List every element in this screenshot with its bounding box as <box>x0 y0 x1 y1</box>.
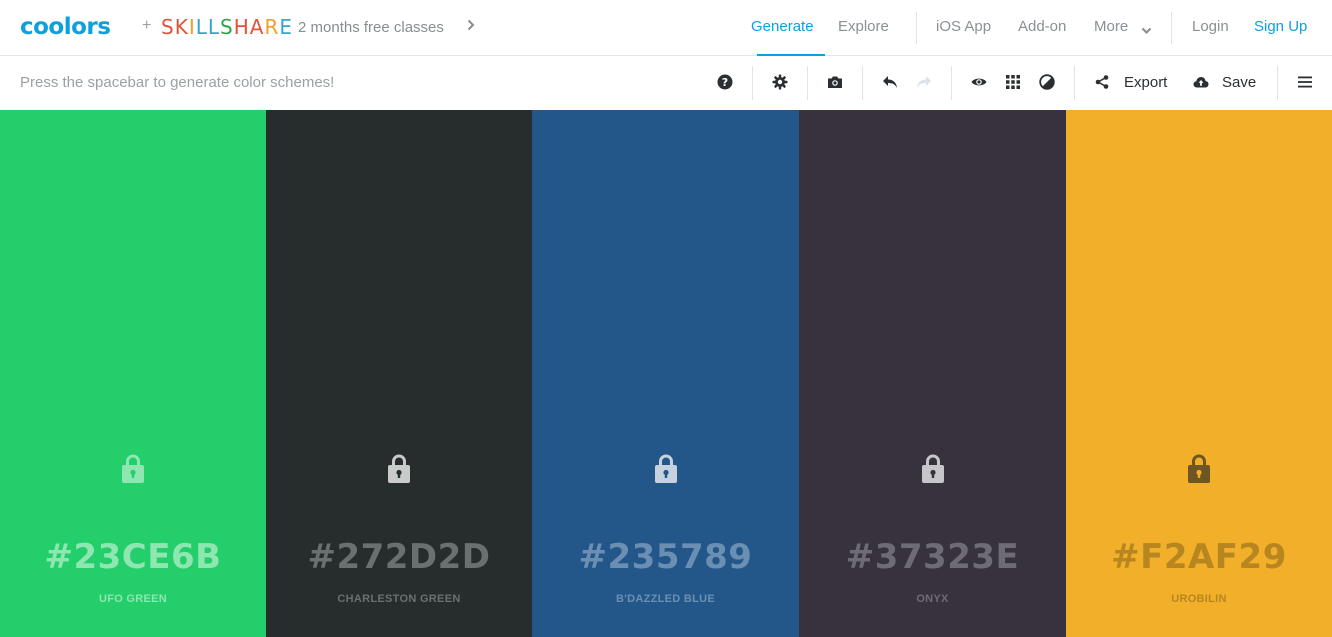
nav-signup[interactable]: Sign Up <box>1254 18 1307 35</box>
color-swatch[interactable]: #F2AF29 UROBILIN <box>1066 110 1332 637</box>
spacebar-hint: Press the spacebar to generate color sch… <box>20 74 335 91</box>
lock-icon[interactable] <box>119 452 147 484</box>
color-swatch[interactable]: #37323E ONYX <box>799 110 1066 637</box>
skillshare-letter: H <box>233 15 250 39</box>
help-icon[interactable]: ? <box>713 70 737 94</box>
nav-divider <box>1171 12 1172 44</box>
nav-ios-app[interactable]: iOS App <box>936 18 991 35</box>
promo-link[interactable]: 2 months free classes <box>298 19 444 36</box>
hamburger-menu-icon[interactable] <box>1293 70 1317 94</box>
share-icon[interactable] <box>1090 70 1114 94</box>
hex-code[interactable]: #37323E <box>799 537 1066 577</box>
chevron-right-icon[interactable] <box>467 18 475 34</box>
toolbar-divider <box>1277 66 1278 100</box>
save-button[interactable]: Save <box>1222 74 1256 91</box>
svg-text:?: ? <box>722 76 728 89</box>
skillshare-letter: R <box>264 15 280 39</box>
color-swatch[interactable]: #23CE6B UFO GREEN <box>0 110 266 637</box>
cloud-upload-icon[interactable] <box>1189 70 1213 94</box>
toolbar-divider <box>752 66 753 100</box>
hex-code[interactable]: #272D2D <box>266 537 532 577</box>
color-swatch[interactable]: #272D2D CHARLESTON GREEN <box>266 110 532 637</box>
skillshare-letter: A <box>249 15 265 39</box>
skillshare-letter: L <box>195 15 208 39</box>
skillshare-logo[interactable]: SKILLSHARE <box>161 15 293 39</box>
nav-explore[interactable]: Explore <box>838 18 889 35</box>
hex-code[interactable]: #235789 <box>532 537 799 577</box>
export-button[interactable]: Export <box>1124 74 1167 91</box>
lock-icon[interactable] <box>919 452 947 484</box>
color-name: UFO GREEN <box>98 593 168 605</box>
nav-divider <box>916 12 917 44</box>
coolors-logo[interactable]: coolors <box>20 14 111 40</box>
nav-generate[interactable]: Generate <box>751 18 814 35</box>
color-name: ONYX <box>916 593 949 605</box>
redo-icon[interactable] <box>912 70 936 94</box>
undo-icon[interactable] <box>878 70 902 94</box>
gear-icon[interactable] <box>768 70 792 94</box>
camera-icon[interactable] <box>823 70 847 94</box>
nav-more[interactable]: More <box>1094 18 1128 35</box>
toolbar-divider <box>807 66 808 100</box>
skillshare-letter: I <box>188 15 196 39</box>
toolbar-divider <box>862 66 863 100</box>
color-name: CHARLESTON GREEN <box>337 593 461 605</box>
grid-icon[interactable] <box>1001 70 1025 94</box>
skillshare-letter: E <box>279 15 294 39</box>
plus-sign: + <box>142 17 152 34</box>
toolbar: Press the spacebar to generate color sch… <box>0 56 1332 110</box>
toolbar-divider <box>1074 66 1075 100</box>
color-name: B'DAZZLED BLUE <box>615 593 716 605</box>
lock-icon[interactable] <box>385 452 413 484</box>
skillshare-letter: L <box>207 15 221 39</box>
skillshare-letter: S <box>220 15 234 39</box>
color-name: UROBILIN <box>1171 593 1227 605</box>
skillshare-letter: S <box>161 15 175 39</box>
eye-icon[interactable] <box>967 70 991 94</box>
lock-icon[interactable] <box>1185 452 1213 484</box>
toolbar-divider <box>951 66 952 100</box>
hex-code[interactable]: #23CE6B <box>0 537 266 577</box>
hex-code[interactable]: #F2AF29 <box>1066 537 1332 577</box>
color-palette: #23CE6B UFO GREEN #272D2D CHARLESTON GRE… <box>0 110 1332 637</box>
color-swatch[interactable]: #235789 B'DAZZLED BLUE <box>532 110 799 637</box>
skillshare-letter: K <box>174 15 189 39</box>
nav-login[interactable]: Login <box>1192 18 1229 35</box>
chevron-down-icon[interactable] <box>1141 22 1152 40</box>
top-navbar: coolors + SKILLSHARE 2 months free class… <box>0 0 1332 56</box>
lock-icon[interactable] <box>652 452 680 484</box>
contrast-icon[interactable] <box>1035 70 1059 94</box>
nav-addon[interactable]: Add-on <box>1018 18 1066 35</box>
